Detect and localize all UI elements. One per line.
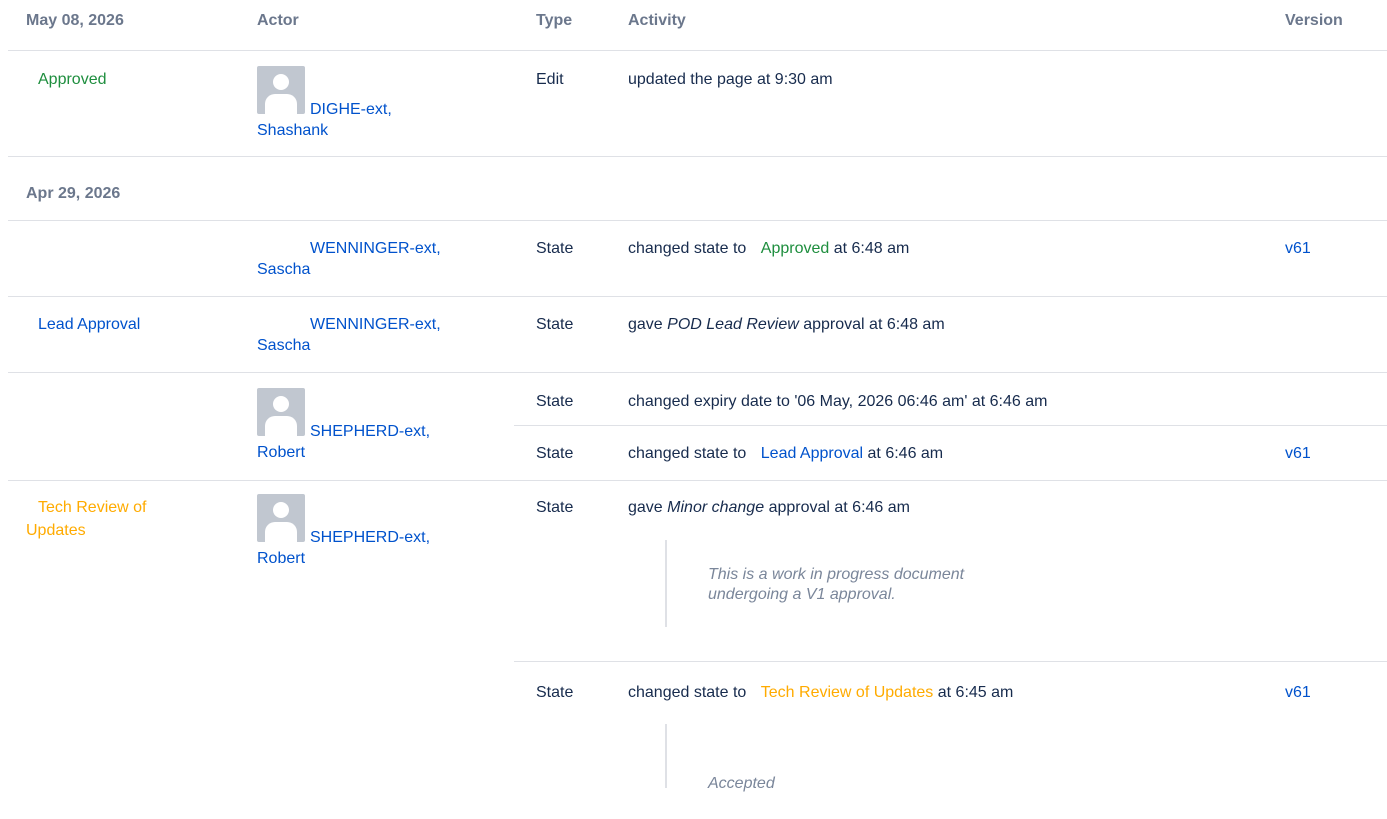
actor-link[interactable]: SHEPHERD-ext, <box>310 527 430 548</box>
approval-name: Minor change <box>667 499 765 516</box>
activity-type: State <box>536 316 574 333</box>
activity-type: State <box>536 240 574 257</box>
activity-text-pre: changed state to <box>628 240 747 257</box>
status-badge: Approved <box>38 71 107 88</box>
activity-type: State <box>536 393 574 410</box>
state-label: Tech Review of Updates <box>760 684 934 701</box>
actor-link[interactable]: SHEPHERD-ext, <box>310 421 430 442</box>
divider <box>8 220 1387 221</box>
activity-type: State <box>536 684 574 701</box>
avatar-placeholder-icon <box>257 388 305 436</box>
actor-link[interactable]: Robert <box>257 548 305 569</box>
actor-column-header: Actor <box>257 12 299 29</box>
comment-text: undergoing a V1 approval. <box>708 586 896 603</box>
activity-text: changed state to Tech Review of Updates … <box>628 682 1013 703</box>
divider <box>8 156 1387 157</box>
avatar-placeholder-icon <box>257 494 305 542</box>
version-link[interactable]: v61 <box>1285 443 1311 464</box>
activity-text-post: approval at 6:48 am <box>803 316 945 333</box>
divider <box>8 50 1387 51</box>
status-badge: Updates <box>26 522 86 539</box>
comment-text: This is a work in progress document <box>708 566 965 583</box>
activity-text: changed expiry date to '06 May, 2026 06:… <box>628 393 1048 410</box>
version-column-header: Version <box>1285 12 1343 29</box>
comment-quote-bar <box>665 724 667 788</box>
activity-type: State <box>536 499 574 516</box>
activity-type: Edit <box>536 71 564 88</box>
divider <box>8 372 1387 373</box>
date-header: May 08, 2026 <box>26 12 124 29</box>
actor-link[interactable]: Sascha <box>257 259 310 280</box>
activity-text: gave Minor change approval at 6:46 am <box>628 497 910 518</box>
actor-link[interactable]: DIGHE-ext, <box>310 99 392 120</box>
activity-text-pre: gave <box>628 316 663 333</box>
activity-column-header: Activity <box>628 12 686 29</box>
avatar-placeholder-icon <box>257 66 305 114</box>
actor-link[interactable]: Sascha <box>257 335 310 356</box>
activity-text: changed state to Lead Approval at 6:46 a… <box>628 443 943 464</box>
activity-text-post: approval at 6:46 am <box>768 499 910 516</box>
state-label: Approved <box>760 240 830 257</box>
actor-link[interactable]: Shashank <box>257 120 328 141</box>
activity-text-post: at 6:48 am <box>833 240 910 257</box>
activity-type: State <box>536 445 574 462</box>
activity-text-post: at 6:45 am <box>937 684 1014 701</box>
type-column-header: Type <box>536 12 573 29</box>
activity-text: gave POD Lead Review approval at 6:48 am <box>628 314 945 335</box>
approval-name: POD Lead Review <box>667 316 799 333</box>
divider <box>8 296 1387 297</box>
version-link[interactable]: v61 <box>1285 238 1311 259</box>
status-badge: Lead Approval <box>38 316 141 333</box>
actor-link[interactable]: Robert <box>257 442 305 463</box>
version-link[interactable]: v61 <box>1285 682 1311 703</box>
actor-link[interactable]: WENNINGER-ext, <box>310 238 441 259</box>
activity-text-pre: changed state to <box>628 684 747 701</box>
divider <box>8 480 1387 481</box>
state-label: Lead Approval <box>760 445 864 462</box>
activity-text-post: at 6:46 am <box>867 445 944 462</box>
activity-text-pre: gave <box>628 499 663 516</box>
activity-text: changed state to Approved at 6:48 am <box>628 238 909 259</box>
comment-quote-bar <box>665 540 667 627</box>
activity-text: updated the page at 9:30 am <box>628 71 833 88</box>
divider <box>514 661 1387 662</box>
actor-link[interactable]: WENNINGER-ext, <box>310 314 441 335</box>
comment-text: Accepted <box>708 775 775 792</box>
activity-text-pre: changed state to <box>628 445 747 462</box>
status-badge: Tech Review of <box>38 499 147 516</box>
divider <box>514 425 1387 426</box>
date-group-header: Apr 29, 2026 <box>26 185 121 202</box>
